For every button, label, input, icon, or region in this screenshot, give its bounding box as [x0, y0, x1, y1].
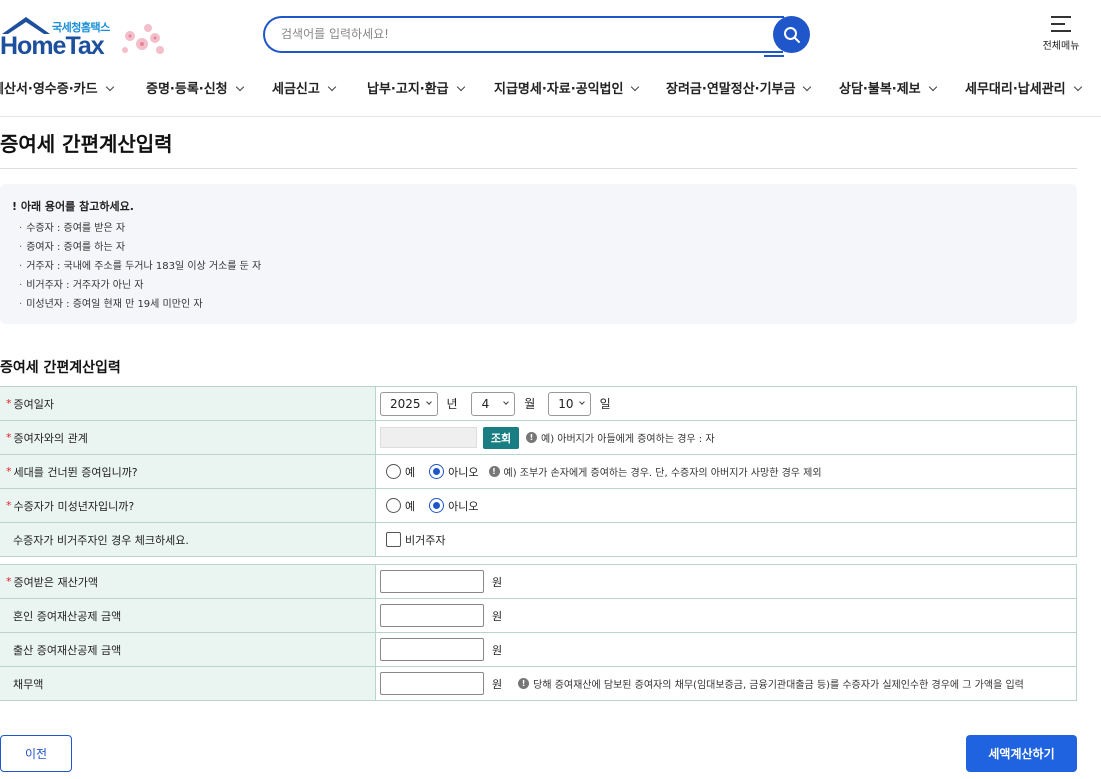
notice-heading: ! 아래 용어를 참고하세요. — [12, 200, 134, 213]
row-minor: * 수증자가 미성년자입니까? 예 아니오 — [0, 489, 1076, 523]
property-value-input[interactable] — [380, 570, 484, 593]
form-group-amounts: * 증여받은 재산가액 원 혼인 증여재산공제 금액 원 출산 증여재산공제 금액… — [0, 565, 1077, 701]
form-group-basic: * 증여일자 2025 년 4 월 10 일 * 증여자와의 관계 조회 ! 예) 아… — [0, 386, 1077, 557]
search-button[interactable] — [773, 16, 810, 53]
birth-deduction-input[interactable] — [380, 638, 484, 661]
generation-skip-no-radio[interactable]: 아니오 — [429, 464, 479, 480]
required-mark: * — [6, 499, 12, 512]
header: 국세청홈택스 HomeTax 검색어를 입력하세요! 전체메뉴 — [0, 0, 1101, 72]
nav-label: 증명·등록·신청 — [146, 82, 228, 97]
chevron-down-icon — [1073, 82, 1082, 92]
gift-tax-form: * 증여일자 2025 년 4 월 10 일 * 증여자와의 관계 조회 ! 예) 아… — [0, 386, 1077, 701]
row-gift-date: * 증여일자 2025 년 4 월 10 일 — [0, 387, 1076, 421]
row-relation: * 증여자와의 관계 조회 ! 예) 아버지가 아들에게 증여하는 경우 : 자 — [0, 421, 1076, 455]
row-debt: 채무액 원 ! 당해 증여재산에 담보된 증여자의 채무(임대보증금, 금융기관대… — [0, 667, 1076, 701]
nav-label: 지급명세·자료·공익법인 — [494, 82, 624, 97]
birth-deduction-label: 출산 증여재산공제 금액 — [0, 633, 376, 666]
month-select[interactable]: 4 — [470, 391, 516, 416]
nav-item-incentive[interactable]: 장려금·연말정산·기부금 — [666, 78, 812, 97]
nav-label: 장려금·연말정산·기부금 — [666, 82, 796, 97]
info-icon: ! — [488, 466, 500, 477]
nav-label: 세금신고 — [272, 82, 320, 97]
notice-term: 수증자 : 증여를 받은 자 — [12, 219, 1077, 238]
relation-field — [380, 427, 477, 448]
info-icon: ! — [518, 678, 530, 689]
nonresident-label: 수증자가 비거주자인 경우 체크하세요. — [0, 523, 376, 556]
notice-box: ! 아래 용어를 참고하세요. 수증자 : 증여를 받은 자 증여자 : 증여를… — [0, 184, 1077, 324]
nav-item-invoice[interactable]: 계산서·영수증·카드 — [0, 78, 114, 97]
debt-label: 채무액 — [0, 667, 376, 700]
logo-text: HomeTax — [0, 32, 105, 60]
generation-skip-hint: 예) 조부가 손자에게 증여하는 경우. 단, 수증자의 아버지가 사망한 경우… — [503, 468, 822, 479]
debt-input[interactable] — [380, 672, 484, 695]
required-mark: * — [6, 397, 12, 410]
nav-item-consult[interactable]: 상담·불복·제보 — [839, 78, 937, 97]
row-generation-skip: * 세대를 건너뛴 증여입니까? 예 아니오 ! 예) 조부가 손자에게 증여하는 … — [0, 455, 1076, 489]
debt-hint: 당해 증여재산에 담보된 증여자의 채무(임대보증금, 금융기관대출금 등)를 … — [533, 680, 1024, 691]
main-nav: 계산서·영수증·카드 증명·등록·신청 세금신고 납부·고지·환급 지급명세·자… — [0, 72, 1101, 104]
section-title: 증여세 간편계산입력 — [0, 360, 121, 376]
nonresident-checkbox[interactable]: 비거주자 — [386, 532, 445, 548]
row-birth-deduction: 출산 증여재산공제 금액 원 — [0, 633, 1076, 667]
chevron-down-icon — [503, 398, 510, 405]
chevron-down-icon — [578, 398, 585, 405]
chevron-down-icon — [631, 82, 640, 92]
chevron-down-icon — [456, 82, 465, 92]
nav-label: 상담·불복·제보 — [839, 82, 921, 97]
row-marriage-deduction: 혼인 증여재산공제 금액 원 — [0, 599, 1076, 633]
required-mark: * — [6, 575, 12, 588]
required-mark: * — [6, 431, 12, 444]
minor-label: * 수증자가 미성년자입니까? — [0, 489, 376, 522]
nav-item-statements[interactable]: 지급명세·자료·공익법인 — [494, 78, 640, 97]
nav-label: 계산서·영수증·카드 — [0, 82, 98, 97]
chevron-down-icon — [327, 82, 337, 92]
nav-item-tax-report[interactable]: 세금신고 — [272, 78, 337, 97]
generation-skip-yes-radio[interactable]: 예 — [386, 464, 415, 480]
gift-date-label: * 증여일자 — [0, 387, 376, 420]
calculate-tax-button[interactable]: 세액계산하기 — [966, 735, 1077, 772]
lookup-button[interactable]: 조회 — [483, 426, 519, 449]
notice-term: 거주자 : 국내에 주소를 두거나 183일 이상 거소를 둔 자 — [12, 257, 1077, 276]
required-mark: * — [6, 465, 12, 478]
minor-no-radio[interactable]: 아니오 — [429, 498, 479, 514]
notice-term: 증여자 : 증여를 하는 자 — [12, 238, 1077, 257]
search-input[interactable]: 검색어를 입력하세요! — [263, 16, 784, 57]
year-select[interactable]: 2025 — [380, 391, 438, 416]
relation-label: * 증여자와의 관계 — [0, 421, 376, 454]
notice-term: 미성년자 : 증여일 현재 만 19세 미만인 자 — [12, 295, 1077, 314]
chevron-down-icon — [235, 82, 244, 92]
prev-button[interactable]: 이전 — [0, 735, 72, 772]
nav-divider — [0, 116, 1101, 117]
hamburger-icon — [1051, 16, 1071, 32]
nav-item-agent[interactable]: 세무대리·납세관리 — [965, 78, 1082, 97]
title-divider — [0, 168, 1077, 169]
generation-skip-label: * 세대를 건너뛴 증여입니까? — [0, 455, 376, 488]
nav-label: 세무대리·납세관리 — [965, 82, 1066, 97]
marriage-deduction-input[interactable] — [380, 604, 484, 627]
property-value-label: * 증여받은 재산가액 — [0, 565, 376, 598]
minor-yes-radio[interactable]: 예 — [386, 498, 415, 514]
all-menu-label: 전체메뉴 — [1042, 41, 1080, 52]
chevron-down-icon — [425, 398, 432, 405]
info-icon: ! — [526, 432, 537, 443]
search-icon — [783, 26, 800, 43]
nav-item-payment[interactable]: 납부·고지·환급 — [367, 78, 465, 97]
all-menu-button[interactable]: 전체메뉴 — [1036, 16, 1086, 52]
marriage-deduction-label: 혼인 증여재산공제 금액 — [0, 599, 376, 632]
nav-label: 납부·고지·환급 — [367, 82, 449, 97]
notice-term: 비거주자 : 거주자가 아닌 자 — [12, 276, 1077, 295]
page-title: 증여세 간편계산입력 — [0, 132, 173, 156]
chevron-down-icon — [105, 82, 114, 92]
nav-item-certificate[interactable]: 증명·등록·신청 — [146, 78, 244, 97]
chevron-down-icon — [803, 82, 812, 92]
row-nonresident: 수증자가 비거주자인 경우 체크하세요. 비거주자 — [0, 523, 1076, 557]
relation-hint: 예) 아버지가 아들에게 증여하는 경우 : 자 — [541, 434, 715, 445]
day-select[interactable]: 10 — [548, 391, 591, 416]
search-bar: 검색어를 입력하세요! — [263, 16, 811, 57]
hometax-logo[interactable]: 국세청홈택스 HomeTax — [0, 14, 175, 60]
chevron-down-icon — [928, 82, 937, 92]
row-property-value: * 증여받은 재산가액 원 — [0, 565, 1076, 599]
